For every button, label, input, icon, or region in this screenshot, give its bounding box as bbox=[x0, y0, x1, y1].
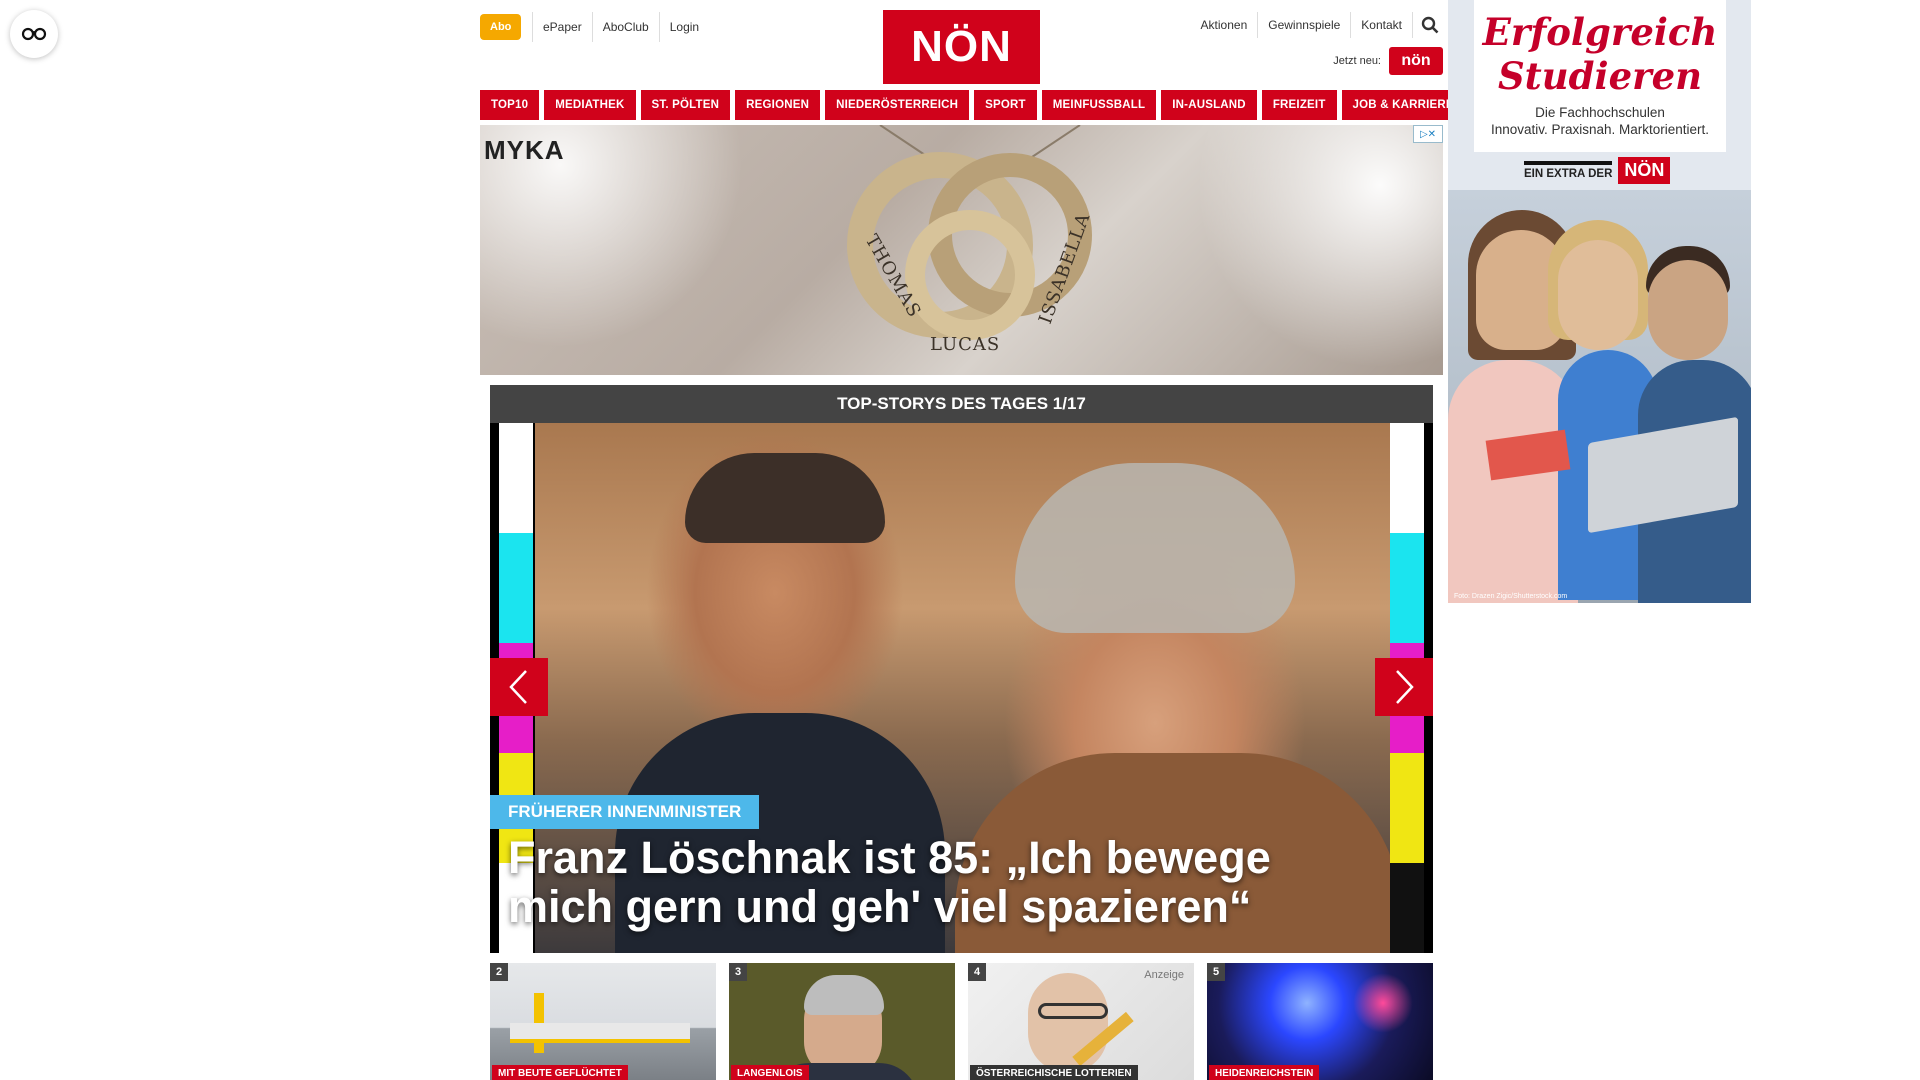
ad-headline-card: Erfolgreich Studieren Die Fachhochschule… bbox=[1474, 0, 1726, 152]
thumb-category: HEIDENREICHSTEIN bbox=[1209, 1065, 1320, 1080]
login-link[interactable]: Login bbox=[658, 12, 709, 42]
nav-job-karriere[interactable]: JOB & KARRIERE bbox=[1341, 90, 1465, 120]
thumb-story-2[interactable]: 2 MIT BEUTE GEFLÜCHTET bbox=[490, 963, 716, 1080]
service-links: Aktionen Gewinnspiele Kontakt bbox=[1191, 12, 1443, 38]
thumb-category: LANGENLOIS bbox=[731, 1065, 809, 1080]
nav-in-ausland[interactable]: IN-AUSLAND bbox=[1161, 90, 1257, 120]
thumb-number: 5 bbox=[1207, 963, 1225, 981]
ad-extra-badge: EIN EXTRA DER NÖN bbox=[1524, 157, 1671, 184]
thumb-number: 4 bbox=[968, 963, 986, 981]
ad-subtitle-line2: Innovativ. Praxisnah. Marktorientiert. bbox=[1490, 122, 1710, 137]
new-app-promo[interactable]: Jetzt neu: nön bbox=[1333, 47, 1443, 75]
banner-ad[interactable]: MYKA ▷✕ THOMAS LUCAS ISSABELLA bbox=[480, 125, 1443, 375]
aboclub-link[interactable]: AboClub bbox=[591, 12, 659, 42]
epaper-link[interactable]: ePaper bbox=[532, 12, 592, 42]
story-kicker: FRÜHERER INNENMINISTER bbox=[490, 795, 760, 829]
gewinnspiele-link[interactable]: Gewinnspiele bbox=[1258, 12, 1352, 38]
story-thumbnails: 2 MIT BEUTE GEFLÜCHTET 3 LANGENLOIS 4 An… bbox=[490, 963, 1433, 1080]
ad-title-line2: Studieren bbox=[1497, 54, 1703, 98]
photo-credit: Foto: Drazen Zigic/Shutterstock.com bbox=[1454, 593, 1568, 600]
nav-meinfussball[interactable]: MEINFUSSBALL bbox=[1041, 90, 1157, 120]
nav-top10[interactable]: TOP10 bbox=[480, 90, 540, 120]
pendant-name-2: LUCAS bbox=[930, 334, 1000, 355]
jetzt-label: Jetzt neu: bbox=[1333, 55, 1381, 67]
nav-regionen[interactable]: REGIONEN bbox=[735, 90, 821, 120]
ad-title-line1: Erfolgreich bbox=[1482, 10, 1718, 54]
thumb-number: 3 bbox=[729, 963, 747, 981]
aktionen-link[interactable]: Aktionen bbox=[1191, 12, 1259, 38]
thumb-number: 2 bbox=[490, 963, 508, 981]
pendant-image: THOMAS LUCAS ISSABELLA bbox=[847, 125, 1095, 355]
abo-button[interactable]: Abo bbox=[480, 14, 522, 40]
accessibility-button[interactable] bbox=[10, 10, 58, 58]
chevron-left-icon bbox=[509, 670, 527, 704]
ad-subtitle-line1: Die Fachhochschulen bbox=[1535, 105, 1665, 120]
nav-niederoesterreich[interactable]: NIEDERÖSTERREICH bbox=[825, 90, 970, 120]
extra-label: EIN EXTRA DER bbox=[1524, 161, 1613, 180]
search-icon[interactable] bbox=[1417, 12, 1443, 38]
ad-brand: MYKA bbox=[484, 135, 565, 165]
thumb-category: MIT BEUTE GEFLÜCHTET bbox=[492, 1065, 628, 1080]
nav-sport[interactable]: SPORT bbox=[974, 90, 1037, 120]
adchoices-icon[interactable]: ▷✕ bbox=[1413, 125, 1443, 143]
glasses-icon bbox=[21, 27, 47, 41]
nav-st-poelten[interactable]: ST. PÖLTEN bbox=[640, 90, 731, 120]
thumb-story-3[interactable]: 3 LANGENLOIS bbox=[729, 963, 955, 1080]
site-logo[interactable]: NÖN bbox=[883, 10, 1040, 84]
thumb-category: ÖSTERREICHISCHE LOTTERIEN bbox=[970, 1065, 1138, 1080]
main-navigation: TOP10 MEDIATHEK ST. PÖLTEN REGIONEN NIED… bbox=[480, 90, 1465, 120]
nav-mediathek[interactable]: MEDIATHEK bbox=[544, 90, 636, 120]
top-stories-header: TOP-STORYS DES TAGES 1/17 bbox=[490, 385, 1433, 423]
students-photo: Foto: Drazen Zigic/Shutterstock.com bbox=[1448, 190, 1751, 603]
story-headline[interactable]: Franz Löschnak ist 85: „Ich bewege mich … bbox=[508, 833, 1388, 931]
mini-noen-logo[interactable]: nön bbox=[1389, 47, 1443, 75]
pendant-name-3: ISSABELLA bbox=[1035, 210, 1095, 327]
extra-logo: NÖN bbox=[1618, 157, 1671, 184]
kontakt-link[interactable]: Kontakt bbox=[1351, 12, 1413, 38]
utility-links: ePaper AboClub Login bbox=[532, 12, 709, 42]
skyscraper-ad[interactable]: Foto: Drazen Zigic/Shutterstock.com Erfo… bbox=[1448, 0, 1751, 603]
chevron-right-icon bbox=[1396, 670, 1414, 704]
ad-label: Anzeige bbox=[1144, 969, 1184, 981]
top-stories-carousel[interactable]: FRÜHERER INNENMINISTER Franz Löschnak is… bbox=[490, 423, 1433, 953]
site-header: Abo ePaper AboClub Login NÖN Aktionen Ge… bbox=[480, 0, 1443, 90]
carousel-prev-button[interactable] bbox=[490, 658, 548, 716]
thumb-story-4[interactable]: 4 Anzeige ÖSTERREICHISCHE LOTTERIEN bbox=[968, 963, 1194, 1080]
carousel-next-button[interactable] bbox=[1375, 658, 1433, 716]
thumb-story-5[interactable]: 5 HEIDENREICHSTEIN bbox=[1207, 963, 1433, 1080]
nav-freizeit[interactable]: FREIZEIT bbox=[1261, 90, 1337, 120]
